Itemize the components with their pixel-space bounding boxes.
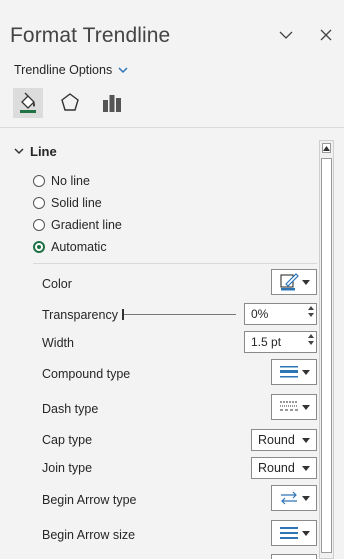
trendline-options-dropdown[interactable]: Trendline Options	[14, 63, 128, 77]
scroll-up-icon[interactable]	[322, 143, 331, 153]
radio-icon	[33, 197, 45, 209]
radio-label: Gradient line	[51, 218, 122, 232]
transparency-value: 0%	[251, 307, 269, 321]
slider-track	[122, 314, 236, 315]
toolbar-divider	[0, 127, 344, 128]
join-type-label: Join type	[42, 461, 93, 475]
transparency-label: Transparency	[42, 308, 118, 322]
radio-no-line[interactable]: No line	[33, 174, 90, 188]
collapse-chevron-icon	[14, 148, 24, 155]
line-section-content: Line No line Solid line Gradient line Au…	[0, 138, 318, 559]
dropdown-caret-icon	[302, 437, 310, 443]
line-section-title: Line	[30, 144, 57, 159]
radio-automatic[interactable]: Automatic	[33, 240, 107, 254]
begin-arrow-size-label: Begin Arrow size	[42, 528, 136, 542]
color-picker-button[interactable]	[271, 269, 317, 295]
transparency-spinner[interactable]: 0%	[244, 303, 317, 325]
join-type-select[interactable]: Round	[251, 457, 317, 479]
color-label: Color	[42, 277, 72, 291]
transparency-slider[interactable]	[122, 308, 236, 320]
radio-label: No line	[51, 174, 90, 188]
end-arrow-type-dropdown[interactable]	[271, 554, 317, 559]
dropdown-caret-icon	[302, 369, 310, 375]
spin-up-icon[interactable]	[308, 306, 314, 310]
dropdown-caret-icon	[302, 530, 310, 536]
begin-arrow-type-label: Begin Arrow type	[42, 493, 137, 507]
spinner-arrows[interactable]	[308, 306, 314, 317]
radio-gradient-line[interactable]: Gradient line	[33, 218, 122, 232]
compound-type-dropdown[interactable]	[271, 359, 317, 385]
pane-options-chevron-icon[interactable]	[275, 24, 297, 46]
radio-icon	[33, 219, 45, 231]
cap-type-value: Round	[258, 433, 295, 447]
radio-icon	[33, 175, 45, 187]
begin-arrow-size-dropdown[interactable]	[271, 520, 317, 546]
radio-solid-line[interactable]: Solid line	[33, 196, 102, 210]
arrow-type-icon	[281, 491, 297, 505]
trendline-options-label: Trendline Options	[14, 63, 113, 77]
radio-selected-icon	[33, 241, 45, 253]
compound-type-label: Compound type	[42, 367, 131, 381]
dash-lines-icon	[280, 401, 298, 411]
spinner-arrows[interactable]	[308, 334, 314, 345]
pane-title: Format Trendline	[10, 24, 171, 47]
dropdown-caret-icon	[302, 495, 310, 501]
dropdown-caret-icon	[302, 404, 310, 410]
dash-type-dropdown[interactable]	[271, 394, 317, 420]
spin-down-icon[interactable]	[308, 341, 314, 345]
close-icon[interactable]	[315, 24, 337, 46]
dash-type-label: Dash type	[42, 402, 99, 416]
effects-tab-icon[interactable]	[55, 88, 85, 118]
compound-lines-icon	[280, 366, 298, 378]
trendline-options-tab-icon[interactable]	[97, 88, 127, 118]
dropdown-caret-icon	[302, 465, 310, 471]
pen-color-icon	[280, 273, 299, 291]
fill-line-tab-icon[interactable]	[13, 88, 43, 118]
chevron-down-icon	[118, 66, 128, 73]
cap-type-select[interactable]: Round	[251, 429, 317, 451]
line-section-header[interactable]: Line	[14, 144, 57, 159]
section-divider	[33, 263, 317, 264]
scrollbar-thumb[interactable]	[321, 158, 332, 553]
cap-type-label: Cap type	[42, 433, 93, 447]
slider-thumb[interactable]	[122, 309, 124, 320]
radio-label: Automatic	[51, 240, 107, 254]
radio-label: Solid line	[51, 196, 102, 210]
begin-arrow-type-dropdown[interactable]	[271, 485, 317, 511]
vertical-scrollbar[interactable]	[319, 140, 334, 559]
arrow-size-icon	[280, 527, 298, 539]
width-label: Width	[42, 336, 74, 350]
spin-up-icon[interactable]	[308, 334, 314, 338]
dropdown-caret-icon	[302, 279, 310, 285]
width-spinner[interactable]: 1.5 pt	[244, 331, 317, 353]
spin-down-icon[interactable]	[308, 313, 314, 317]
width-value: 1.5 pt	[251, 335, 282, 349]
join-type-value: Round	[258, 461, 295, 475]
